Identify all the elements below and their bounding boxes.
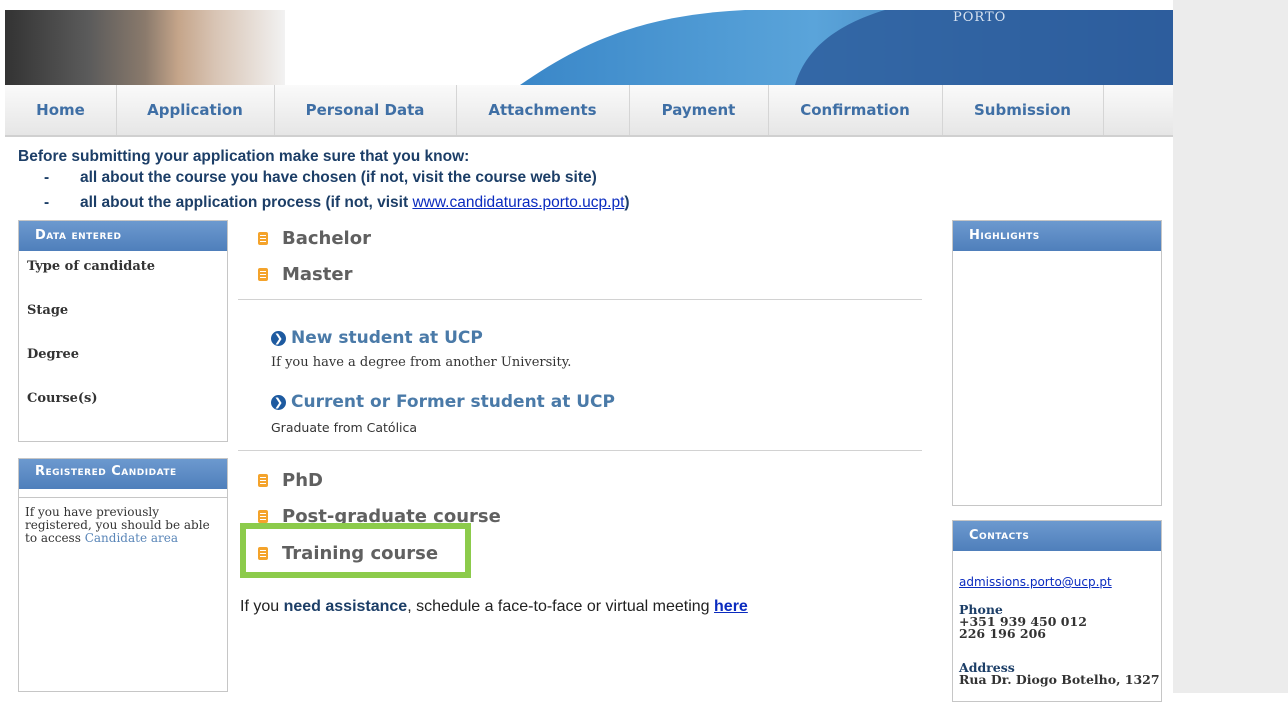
nav-personal-data[interactable]: Personal Data: [274, 85, 457, 135]
chevron-right-circle-icon: ❯: [271, 331, 286, 346]
registered-candidate-title: Registered Candidate: [19, 459, 227, 489]
notice-intro: Before submitting your application make …: [18, 148, 470, 165]
nav-home[interactable]: Home: [5, 85, 117, 135]
label-degree: Degree: [27, 347, 80, 362]
chevron-right-circle-icon: ❯: [271, 395, 286, 410]
label-courses: Course(s): [27, 391, 98, 406]
notice-bullet-process: - all about the application process (if n…: [44, 194, 630, 211]
data-entered-panel: Data entered Type of candidate Stage Deg…: [18, 220, 228, 442]
bullet-icon: [258, 232, 268, 245]
contact-phone: Phone +351 939 450 012 226 196 206: [959, 602, 1087, 641]
email-link[interactable]: admissions.porto@ucp.pt: [959, 575, 1112, 589]
main-navigation: Home Application Personal Data Attachmen…: [5, 85, 1173, 137]
label-type-of-candidate: Type of candidate: [27, 259, 156, 274]
nav-payment[interactable]: Payment: [629, 85, 769, 135]
divider: [238, 450, 922, 451]
nav-application[interactable]: Application: [116, 85, 275, 135]
nav-submission[interactable]: Submission: [942, 85, 1104, 135]
nav-confirmation[interactable]: Confirmation: [768, 85, 943, 135]
data-entered-title: Data entered: [19, 221, 227, 251]
notice-bullet-course: - all about the course you have chosen (i…: [44, 169, 597, 186]
assistance-text: If you need assistance, schedule a face-…: [240, 598, 748, 615]
registered-candidate-text: If you have previously registered, you s…: [25, 505, 210, 545]
option-new-student[interactable]: ❯ New student at UCP: [271, 328, 483, 348]
option-current-student-desc: Graduate from Católica: [271, 420, 418, 435]
bullet-icon: [258, 510, 268, 523]
highlights-panel: Highlights: [952, 220, 1162, 506]
label-stage: Stage: [27, 303, 69, 318]
divider: [238, 299, 922, 300]
option-new-student-desc: If you have a degree from another Univer…: [271, 355, 572, 370]
nav-attachments[interactable]: Attachments: [456, 85, 630, 135]
schedule-meeting-link[interactable]: here: [714, 598, 748, 615]
bullet-icon: [258, 474, 268, 487]
bullet-icon: [258, 268, 268, 281]
divider: [19, 497, 227, 498]
candidate-area-link[interactable]: Candidate area: [85, 531, 178, 545]
option-current-student[interactable]: ❯ Current or Former student at UCP: [271, 392, 615, 412]
contact-address: Address Rua Dr. Diogo Botelho, 1327: [959, 660, 1160, 687]
contact-email: admissions.porto@ucp.pt: [959, 576, 1112, 588]
header-banner: PORTO: [5, 10, 1173, 85]
page-side-background: [1173, 0, 1288, 693]
candidaturas-link[interactable]: www.candidaturas.porto.ucp.pt: [412, 194, 624, 211]
bullet-icon: [258, 547, 268, 560]
registered-candidate-panel: Registered Candidate If you have previou…: [18, 458, 228, 692]
contacts-title: Contacts: [953, 521, 1161, 551]
university-logo-text: PORTO: [953, 10, 1007, 25]
highlights-title: Highlights: [953, 221, 1161, 251]
